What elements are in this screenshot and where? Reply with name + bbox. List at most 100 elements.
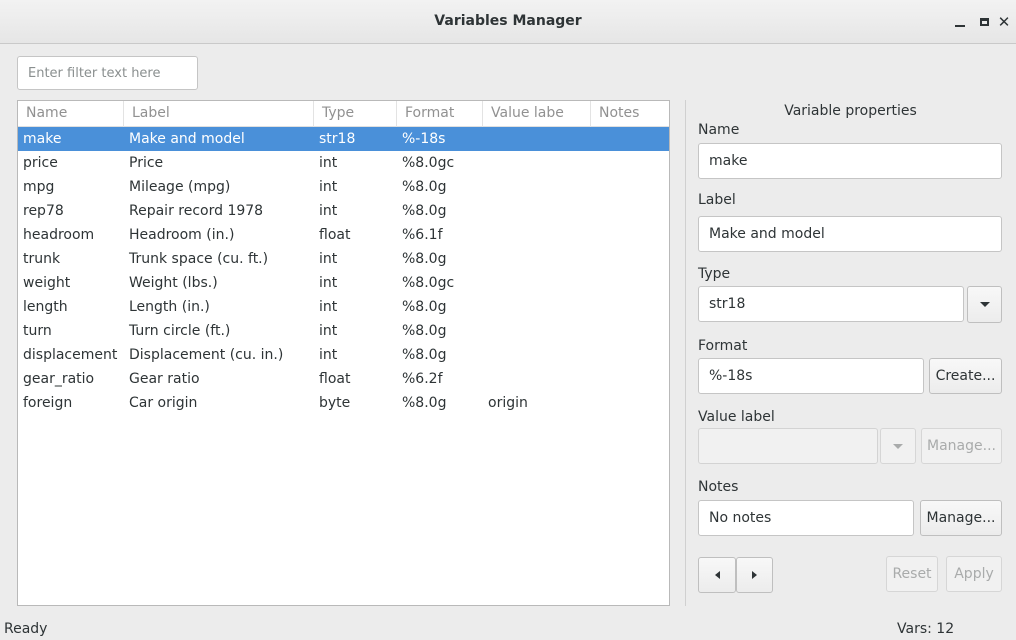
chevron-left-icon: [714, 571, 720, 579]
close-button[interactable]: ✕: [992, 10, 1016, 34]
cell-label: Weight (lbs.): [129, 275, 218, 291]
table-row[interactable]: weight Weight (lbs.) int %8.0gc: [18, 271, 669, 295]
cell-name: trunk: [23, 251, 61, 267]
column-header-name[interactable]: Name: [18, 101, 124, 127]
apply-button[interactable]: Apply: [946, 556, 1002, 592]
cell-type: float: [319, 371, 351, 387]
cell-type: int: [319, 203, 338, 219]
cell-type: float: [319, 227, 351, 243]
column-header-label[interactable]: Label: [124, 101, 314, 127]
cell-type: int: [319, 299, 338, 315]
name-label: Name: [698, 122, 740, 138]
chevron-down-icon: [979, 302, 990, 307]
cell-name: headroom: [23, 227, 95, 243]
cell-label: Trunk space (cu. ft.): [129, 251, 269, 267]
column-header-notes[interactable]: Notes: [591, 101, 669, 127]
table-row[interactable]: trunk Trunk space (cu. ft.) int %8.0g: [18, 247, 669, 271]
cell-notes: [591, 151, 596, 175]
table-row[interactable]: gear_ratio Gear ratio float %6.2f: [18, 367, 669, 391]
cell-type: int: [319, 251, 338, 267]
cell-notes: [591, 319, 596, 343]
create-format-button[interactable]: Create...: [929, 358, 1002, 394]
cell-type: int: [319, 275, 338, 291]
table-row[interactable]: headroom Headroom (in.) float %6.1f: [18, 223, 669, 247]
cell-value-label: [483, 199, 488, 223]
properties-title: Variable properties: [784, 103, 917, 119]
next-variable-button[interactable]: [736, 557, 773, 593]
cell-format: %6.2f: [402, 371, 443, 387]
table-row[interactable]: price Price int %8.0gc: [18, 151, 669, 175]
cell-notes: [591, 391, 596, 415]
previous-variable-button[interactable]: [698, 557, 736, 593]
cell-format: %8.0g: [402, 395, 447, 411]
cell-label: Price: [129, 155, 164, 171]
cell-label: Car origin: [129, 395, 198, 411]
table-header: Name Label Type Format Value labe Notes: [18, 101, 669, 127]
cell-value-label: [483, 295, 488, 319]
column-header-type[interactable]: Type: [314, 101, 397, 127]
format-label: Format: [698, 338, 748, 354]
label-field[interactable]: Make and model: [698, 216, 1002, 252]
cell-type: int: [319, 179, 338, 195]
type-label: Type: [698, 266, 731, 282]
cell-name: make: [23, 131, 62, 147]
cell-value-label: [483, 271, 488, 295]
cell-value-label: [483, 175, 488, 199]
cell-notes: [591, 247, 596, 271]
cell-notes: [591, 295, 596, 319]
cell-value-label: origin: [488, 395, 528, 411]
minimize-icon: [955, 25, 965, 27]
notes-label: Notes: [698, 479, 739, 495]
cell-label: Mileage (mpg): [129, 179, 231, 195]
notes-field[interactable]: No notes: [698, 500, 914, 536]
type-combo[interactable]: str18: [698, 286, 964, 322]
cell-label: Gear ratio: [129, 371, 200, 387]
column-header-format[interactable]: Format: [397, 101, 483, 127]
manage-notes-button[interactable]: Manage...: [920, 500, 1002, 536]
cell-notes: [591, 367, 596, 391]
cell-format: %8.0g: [402, 251, 447, 267]
cell-value-label: [483, 223, 488, 247]
column-header-value-label[interactable]: Value labe: [483, 101, 591, 127]
cell-name: gear_ratio: [23, 371, 95, 387]
cell-name: displacement: [23, 347, 118, 363]
manage-value-labels-button[interactable]: Manage...: [921, 428, 1002, 464]
cell-name: length: [23, 299, 68, 315]
label-label: Label: [698, 192, 736, 208]
table-row[interactable]: displacement Displacement (cu. in.) int %8.…: [18, 343, 669, 367]
cell-notes: [591, 343, 596, 367]
chevron-down-icon: [893, 443, 903, 449]
variables-table[interactable]: Name Label Type Format Value labe Notes …: [17, 100, 670, 606]
cell-value-label: [483, 319, 488, 343]
cell-name: turn: [23, 323, 52, 339]
cell-name: rep78: [23, 203, 64, 219]
format-field[interactable]: %-18s: [698, 358, 924, 394]
maximize-icon: [979, 18, 989, 26]
cell-type: byte: [319, 395, 351, 411]
title-bar: Variables Manager ✕: [0, 0, 1016, 44]
cell-label: Length (in.): [129, 299, 210, 315]
minimize-button[interactable]: [948, 10, 972, 34]
table-row[interactable]: rep78 Repair record 1978 int %8.0g: [18, 199, 669, 223]
table-row[interactable]: turn Turn circle (ft.) int %8.0g: [18, 319, 669, 343]
value-label-dropdown-button[interactable]: [880, 428, 916, 464]
value-label-combo[interactable]: [698, 428, 878, 464]
cell-format: %-18s: [402, 131, 446, 147]
cell-notes: [591, 223, 596, 247]
table-row[interactable]: length Length (in.) int %8.0g: [18, 295, 669, 319]
cell-format: %8.0g: [402, 299, 447, 315]
table-row[interactable]: foreign Car origin byte %8.0g origin: [18, 391, 669, 415]
panel-divider[interactable]: [685, 100, 686, 606]
cell-name: foreign: [23, 395, 73, 411]
cell-label: Repair record 1978: [129, 203, 264, 219]
filter-input[interactable]: [17, 56, 198, 90]
type-dropdown-button[interactable]: [967, 286, 1002, 323]
variable-count: Vars: 12: [897, 621, 955, 637]
table-row[interactable]: mpg Mileage (mpg) int %8.0g: [18, 175, 669, 199]
cell-format: %8.0g: [402, 347, 447, 363]
name-field[interactable]: make: [698, 143, 1002, 179]
table-row[interactable]: make Make and model str18 %-18s: [18, 127, 669, 151]
reset-button[interactable]: Reset: [886, 556, 938, 592]
status-text: Ready: [4, 621, 48, 637]
chevron-right-icon: [752, 571, 757, 579]
